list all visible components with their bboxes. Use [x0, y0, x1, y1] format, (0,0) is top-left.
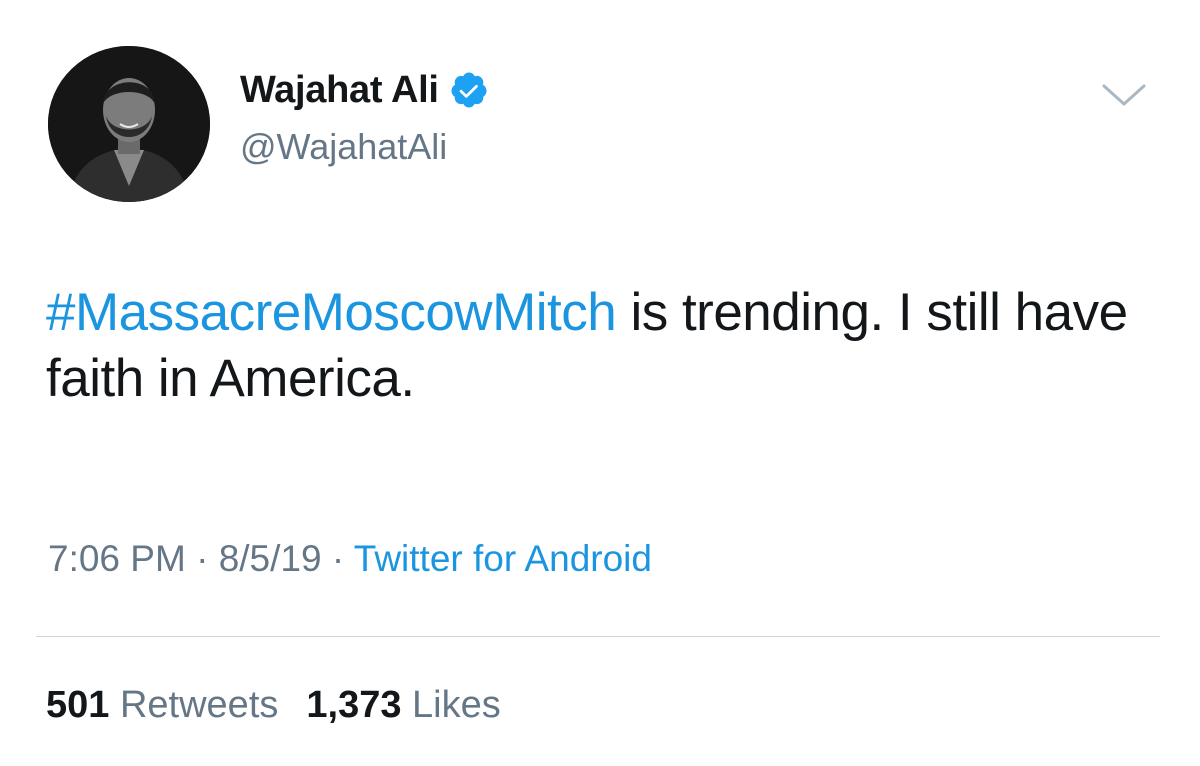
chevron-down-icon[interactable] — [1098, 78, 1150, 112]
tweet-text: #MassacreMoscowMitch is trending. I stil… — [46, 280, 1156, 412]
avatar-photo-icon — [48, 46, 210, 202]
retweets-count: 501 — [46, 684, 110, 726]
retweets-label: Retweets — [119, 684, 279, 726]
retweets-stat[interactable]: 501 Retweets — [46, 684, 278, 726]
display-name[interactable]: Wajahat Ali — [240, 69, 439, 112]
tweet-meta: 7:06 PM · 8/5/19 · Twitter for Android — [48, 538, 652, 580]
verified-badge-icon — [449, 70, 489, 110]
tweet-source-link[interactable]: Twitter for Android — [354, 538, 652, 579]
likes-stat[interactable]: 1,373 Likes — [306, 684, 500, 726]
divider — [36, 636, 1160, 637]
tweet-stats: 501 Retweets 1,373 Likes — [46, 684, 501, 727]
hashtag-link[interactable]: #MassacreMoscowMitch — [46, 283, 617, 342]
tweet-time[interactable]: 7:06 PM — [48, 538, 186, 579]
meta-separator: · — [185, 538, 219, 579]
tweet-card: Wajahat Ali @WajahatAli #MassacreMoscowM… — [0, 0, 1200, 766]
tweet-date[interactable]: 8/5/19 — [219, 538, 322, 579]
likes-label: Likes — [412, 684, 501, 726]
author-row: Wajahat Ali — [240, 64, 489, 116]
author-handle[interactable]: @WajahatAli — [240, 126, 447, 168]
likes-count: 1,373 — [306, 684, 402, 726]
avatar[interactable] — [48, 46, 210, 202]
meta-separator: · — [321, 538, 354, 579]
